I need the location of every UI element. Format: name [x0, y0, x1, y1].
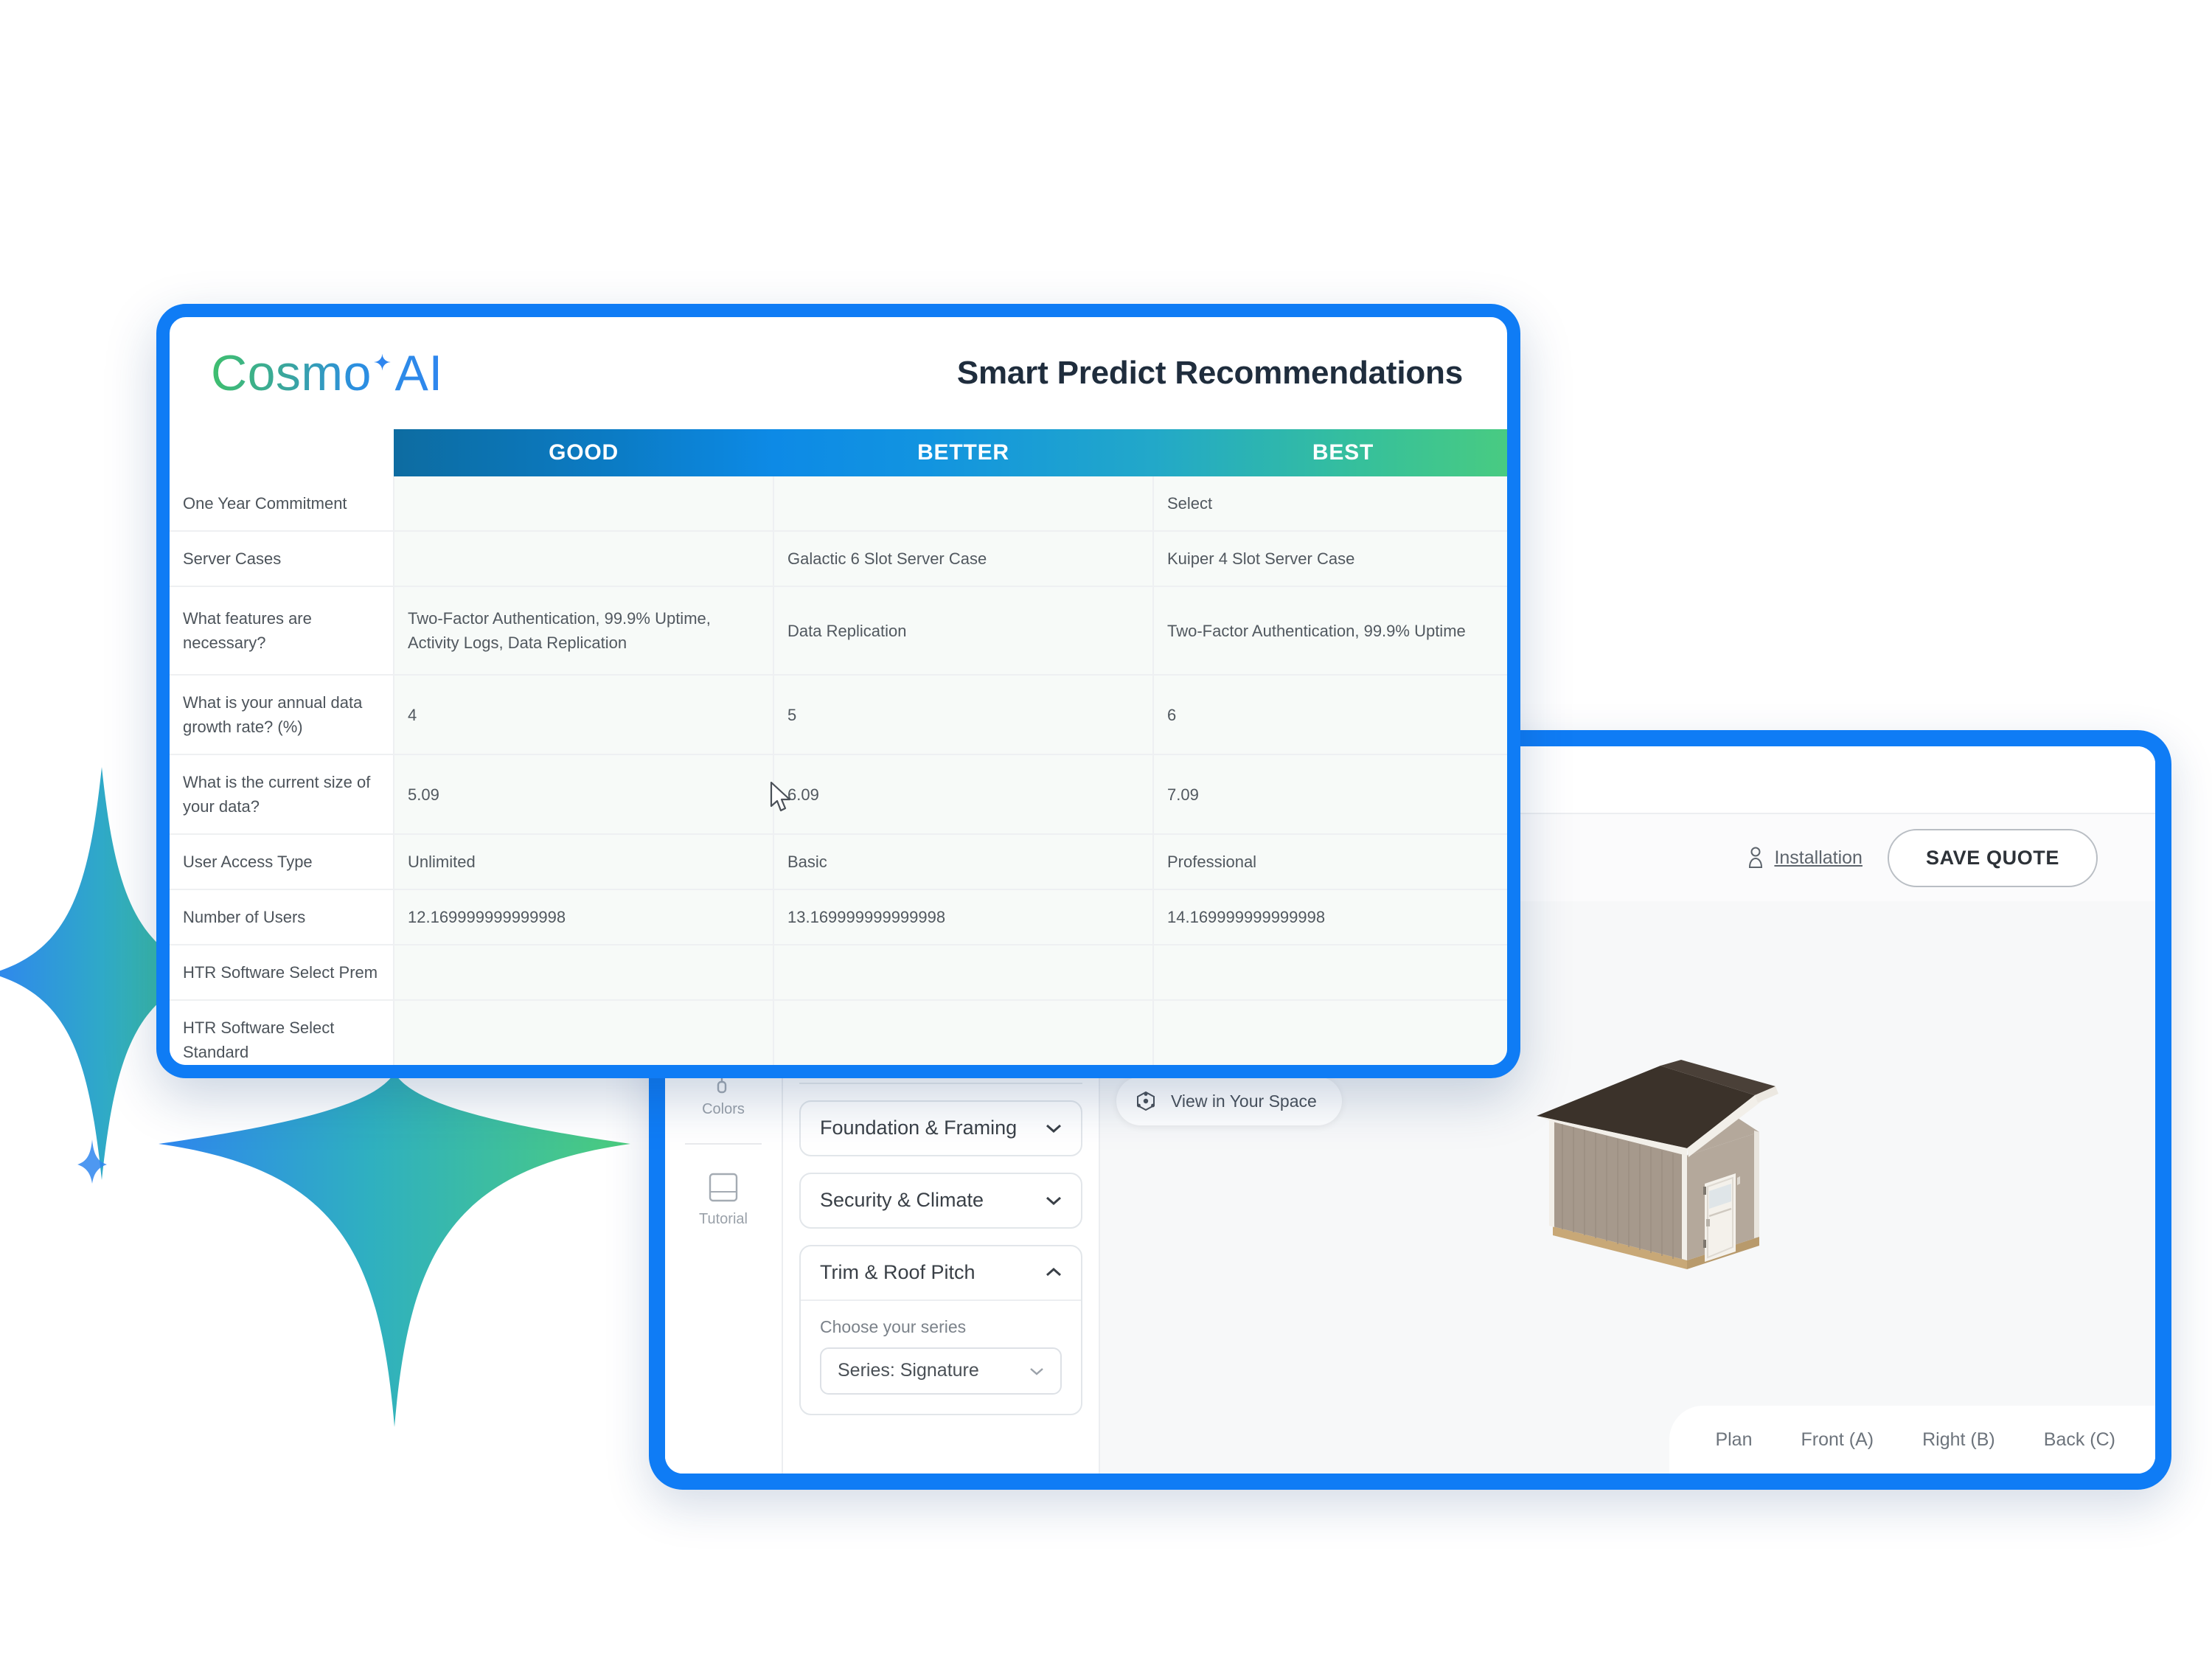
page-title: Smart Predict Recommendations — [956, 355, 1463, 391]
table-header-blank — [170, 429, 394, 476]
chevron-down-icon — [1030, 1367, 1043, 1375]
row-value-best: Select — [1153, 476, 1507, 532]
installer-person-icon — [1749, 847, 1763, 868]
accordion-security-climate-label: Security & Climate — [820, 1189, 984, 1212]
table-row: HTR Software Select Standard — [170, 1000, 1507, 1065]
row-label: One Year Commitment — [170, 476, 394, 532]
row-value-good: 5.09 — [394, 754, 774, 835]
accordion-foundation-framing[interactable]: Foundation & Framing — [799, 1100, 1082, 1156]
row-value-good: Unlimited — [394, 834, 774, 890]
screenshot-root: er Info 4 Purchase Options 5 Review & Pa… — [0, 0, 2212, 1666]
series-select-value: Series: Signature — [838, 1360, 979, 1381]
row-value-better: Data Replication — [773, 586, 1154, 676]
mouse-cursor — [770, 782, 791, 812]
sparkle-icon: ✦ — [372, 351, 392, 375]
table-row: Number of Users 12.169999999999998 13.16… — [170, 889, 1507, 945]
rail-item-tutorial[interactable]: Tutorial — [665, 1145, 782, 1253]
cosmo-ai-logo: Cosmo ✦ AI — [211, 344, 443, 402]
shed-3d-render — [1536, 1059, 1778, 1269]
table-row: User Access Type Unlimited Basic Profess… — [170, 834, 1507, 890]
view-tabs: Plan Front (A) Right (B) Back (C) — [1669, 1406, 2155, 1474]
view-tab-right[interactable]: Right (B) — [1922, 1429, 1995, 1451]
table-row: What is your annual data growth rate? (%… — [170, 675, 1507, 755]
book-icon — [709, 1173, 738, 1202]
row-label: HTR Software Select Prem — [170, 945, 394, 1001]
row-label: What features are necessary? — [170, 586, 394, 676]
table-row: What is the current size of your data? 5… — [170, 754, 1507, 835]
row-value-good — [394, 1000, 774, 1065]
row-value-best: Kuiper 4 Slot Server Case — [1153, 531, 1507, 587]
row-value-best: Professional — [1153, 834, 1507, 890]
installation-link-label: Installation — [1774, 847, 1863, 868]
table-header-best: BEST — [1153, 429, 1507, 476]
accordion-trim-roof-pitch-label: Trim & Roof Pitch — [820, 1261, 975, 1284]
rail-item-colors-label: Colors — [702, 1101, 745, 1117]
series-select[interactable]: Series: Signature — [820, 1347, 1062, 1395]
row-value-good: Two-Factor Authentication, 99.9% Uptime,… — [394, 586, 774, 676]
row-label: Server Cases — [170, 531, 394, 587]
row-value-better: 6.09 — [773, 754, 1154, 835]
table-row: HTR Software Select Prem — [170, 945, 1507, 1001]
row-label: What is the current size of your data? — [170, 754, 394, 835]
row-value-best: 6 — [1153, 675, 1507, 755]
accordion-trim-roof-pitch[interactable]: Trim & Roof Pitch Choose your series Ser… — [799, 1244, 1082, 1415]
row-value-best: 7.09 — [1153, 754, 1507, 835]
row-label: HTR Software Select Standard — [170, 1000, 394, 1065]
view-tab-plan[interactable]: Plan — [1715, 1429, 1752, 1451]
chevron-down-icon — [1046, 1196, 1061, 1206]
table-header-row: GOOD BETTER BEST — [170, 429, 1507, 476]
table-row: One Year Commitment Select — [170, 476, 1507, 532]
row-value-better: Galactic 6 Slot Server Case — [773, 531, 1154, 587]
cosmo-logo-word: Cosmo — [211, 345, 372, 401]
row-value-better — [773, 476, 1154, 532]
smart-predict-card: Cosmo ✦ AI Smart Predict Recommendations G… — [156, 304, 1520, 1078]
row-value-better — [773, 945, 1154, 1001]
rail-item-tutorial-label: Tutorial — [699, 1211, 748, 1227]
row-value-good — [394, 531, 774, 587]
row-value-good — [394, 945, 774, 1001]
row-value-best — [1153, 945, 1507, 1001]
cosmo-logo-ai: AI — [394, 345, 443, 401]
view-tab-front[interactable]: Front (A) — [1801, 1429, 1874, 1451]
row-label: Number of Users — [170, 889, 394, 945]
row-value-good: 4 — [394, 675, 774, 755]
row-value-best: Two-Factor Authentication, 99.9% Uptime — [1153, 586, 1507, 676]
view-in-your-space-label: View in Your Space — [1171, 1091, 1317, 1111]
sparkle-decoration-center — [159, 1073, 630, 1427]
view-tab-back[interactable]: Back (C) — [2044, 1429, 2115, 1451]
view-in-your-space-button[interactable]: View in Your Space — [1116, 1077, 1342, 1125]
accordion-foundation-framing-label: Foundation & Framing — [820, 1117, 1018, 1139]
table-header-better: BETTER — [773, 429, 1153, 476]
row-label: User Access Type — [170, 834, 394, 890]
installation-link[interactable]: Installation — [1746, 847, 1863, 869]
chevron-up-icon — [1046, 1268, 1061, 1277]
cosmo-card-header: Cosmo ✦ AI Smart Predict Recommendations — [170, 317, 1507, 429]
series-field-label: Choose your series — [820, 1316, 967, 1336]
row-value-better: 13.169999999999998 — [773, 889, 1154, 945]
row-value-better — [773, 1000, 1154, 1065]
ar-cube-icon — [1137, 1091, 1155, 1111]
table-row: What features are necessary? Two-Factor … — [170, 586, 1507, 676]
row-value-good: 12.169999999999998 — [394, 889, 774, 945]
row-value-best: 14.169999999999998 — [1153, 889, 1507, 945]
row-value-better: Basic — [773, 834, 1154, 890]
table-row: Server Cases Galactic 6 Slot Server Case… — [170, 531, 1507, 587]
row-value-good — [394, 476, 774, 532]
row-value-better: 5 — [773, 675, 1154, 755]
row-label: What is your annual data growth rate? (%… — [170, 675, 394, 755]
table-header-good: GOOD — [394, 429, 773, 476]
save-quote-button[interactable]: SAVE QUOTE — [1887, 828, 2098, 887]
accordion-security-climate[interactable]: Security & Climate — [799, 1172, 1082, 1229]
sparkle-decoration-small — [77, 1139, 107, 1184]
row-value-best — [1153, 1000, 1507, 1065]
recommendations-table: GOOD BETTER BEST One Year Commitment Sel… — [170, 429, 1507, 1065]
chevron-down-icon — [1046, 1124, 1061, 1134]
